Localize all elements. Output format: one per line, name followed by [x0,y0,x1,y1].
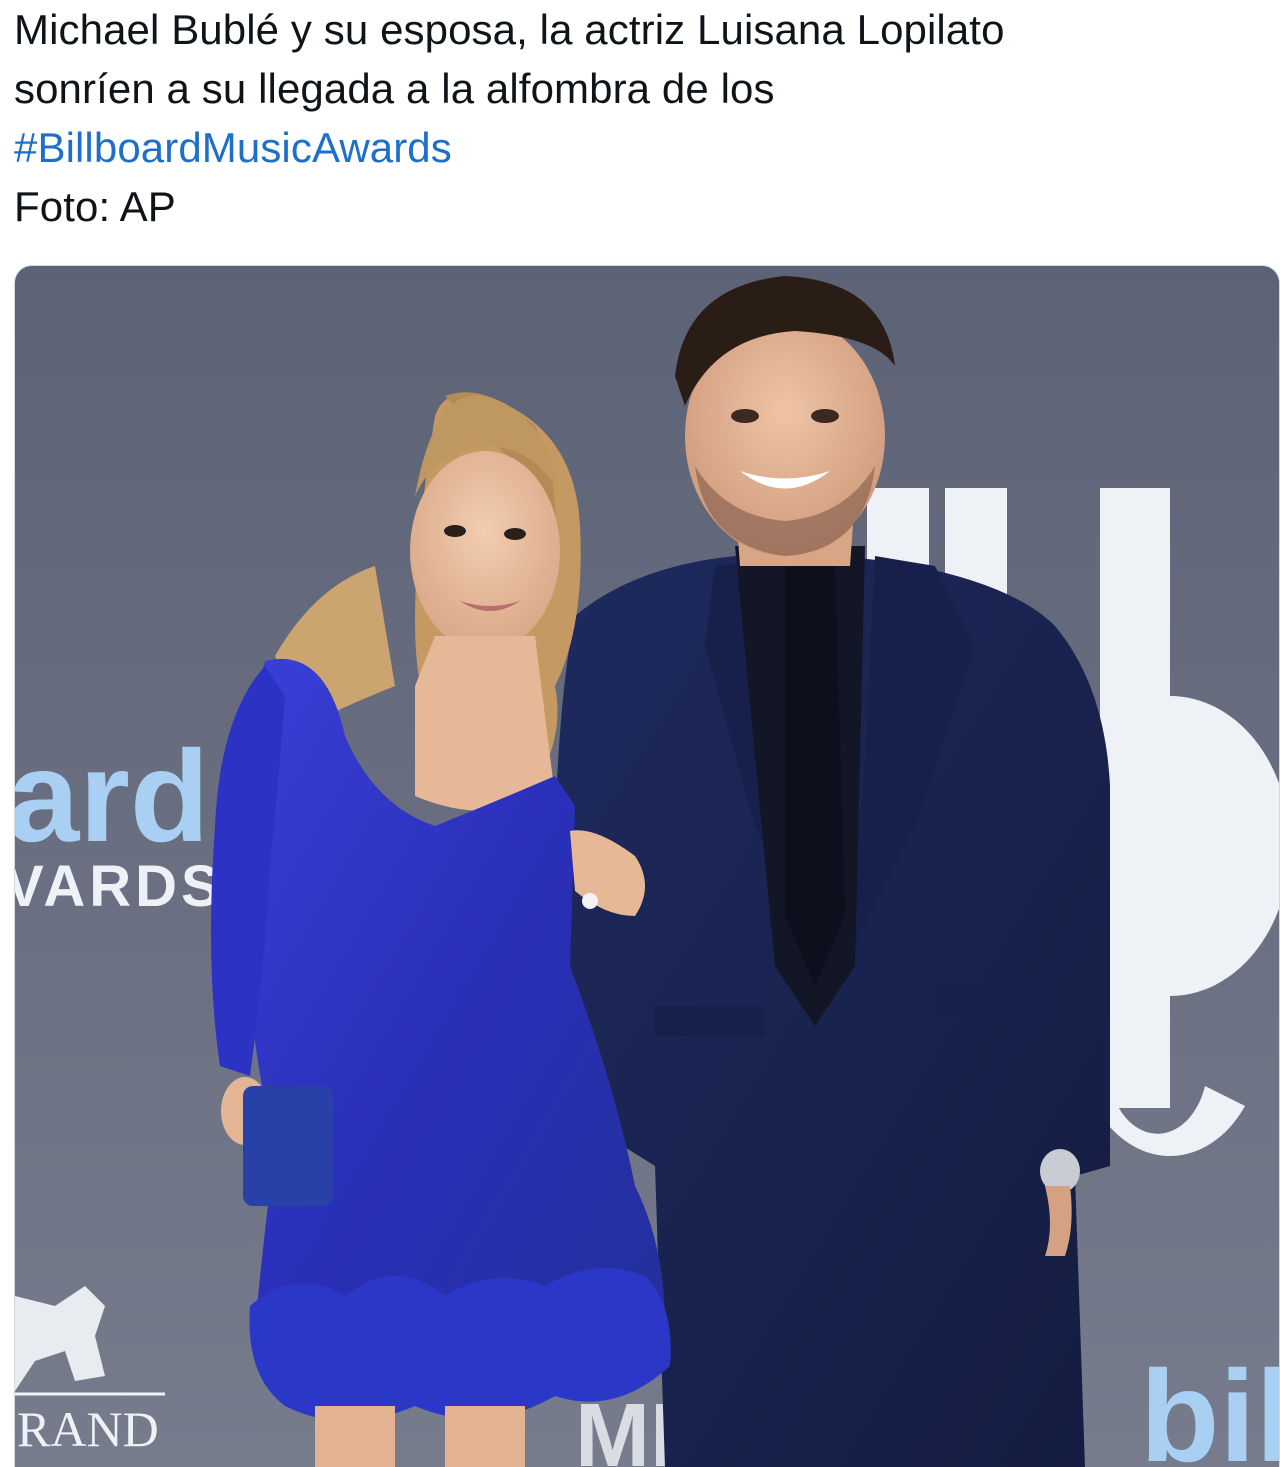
backdrop-logo-bottom-right: bil [1140,1343,1280,1467]
photo-illustration: ard VARDS RAND bil MR [15,266,1280,1467]
tweet-text-line-2: sonríen a su llegada a la alfombra de lo… [14,65,775,112]
backdrop-awards-text: VARDS [15,854,224,919]
photo-credit: Foto: AP [14,183,176,230]
tweet-photo[interactable]: ard VARDS RAND bil MR [14,265,1280,1467]
backdrop-logo-left: ard [15,723,209,869]
hashtag-link[interactable]: #BillboardMusicAwards [14,124,452,171]
tweet-text: Michael Bublé y su esposa, la actriz Lui… [14,0,1264,236]
clutch-bag [243,1086,333,1206]
sponsor-text: RAND [17,1401,159,1457]
tweet-text-line-1: Michael Bublé y su esposa, la actriz Lui… [14,6,1005,53]
